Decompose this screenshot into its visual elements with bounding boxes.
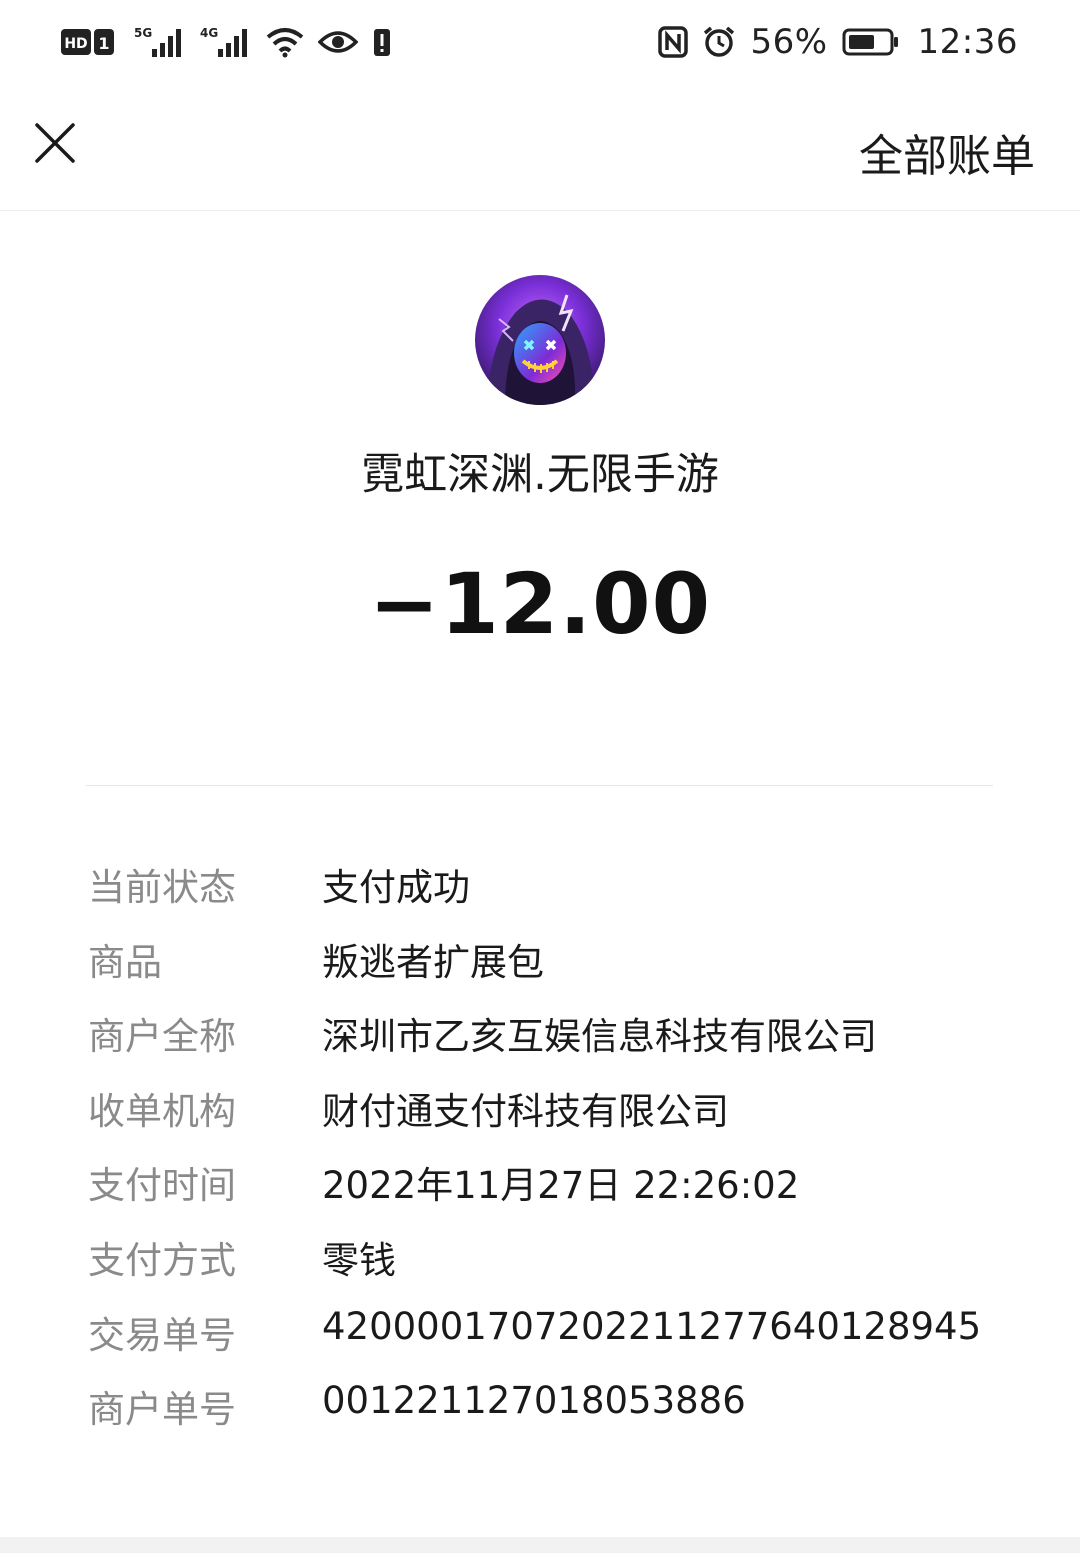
- battery-percent: 56%: [750, 22, 828, 62]
- detail-label: 当前状态: [88, 866, 236, 909]
- hd-icon: HD 1: [60, 27, 120, 57]
- detail-row-acquirer: 收单机构 财付通支付科技有限公司: [0, 1067, 1080, 1142]
- bill-detail-page: HD 1 5G 4G 56% 12:36 全部账单 霓虹深渊.无限手游 −12.…: [0, 0, 1080, 1553]
- detail-row-transaction-id: 交易单号 4200001707202211277640128945: [0, 1291, 1080, 1366]
- detail-label: 支付方式: [88, 1238, 236, 1282]
- payment-amount: −12.00: [368, 555, 712, 653]
- detail-label: 支付时间: [88, 1164, 236, 1208]
- nfc-icon: [658, 26, 689, 58]
- merchant-name: 霓虹深渊.无限手游: [361, 450, 719, 500]
- detail-label: 商户单号: [88, 1388, 236, 1432]
- eye-icon: [318, 28, 358, 56]
- alarm-icon: [702, 25, 736, 59]
- detail-row-status: 当前状态 支付成功: [0, 843, 1080, 918]
- close-icon: [34, 122, 76, 168]
- detail-label: 商户全称: [88, 1015, 236, 1059]
- detail-value: 深圳市乙亥互娱信息科技有限公司: [322, 1015, 877, 1059]
- transaction-details: 当前状态 支付成功 商品 叛逃者扩展包 商户全称 深圳市乙亥互娱信息科技有限公司…: [0, 843, 1080, 1440]
- detail-row-merchant-fullname: 商户全称 深圳市乙亥互娱信息科技有限公司: [0, 992, 1080, 1067]
- page-header: 全部账单: [0, 84, 1080, 211]
- detail-label: 收单机构: [88, 1089, 236, 1133]
- detail-row-product: 商品 叛逃者扩展包: [0, 918, 1080, 993]
- detail-value: 零钱: [322, 1238, 396, 1282]
- wifi-icon: [266, 26, 304, 58]
- detail-value: 财付通支付科技有限公司: [322, 1089, 729, 1133]
- detail-row-merchant-order-id: 商户单号 001221127018053886: [0, 1365, 1080, 1440]
- bottom-strip: [0, 1537, 1080, 1553]
- detail-value: 支付成功: [322, 866, 470, 909]
- svg-text:HD: HD: [64, 36, 87, 52]
- merchant-avatar: [475, 275, 605, 405]
- svg-text:5G: 5G: [134, 26, 152, 40]
- detail-value[interactable]: 4200001707202211277640128945: [322, 1305, 981, 1348]
- svg-text:1: 1: [98, 34, 109, 53]
- alert-icon: [372, 26, 392, 58]
- status-bar-left: HD 1 5G 4G: [60, 25, 392, 59]
- divider: [86, 785, 993, 786]
- signal-4g-icon: 4G: [200, 25, 252, 59]
- detail-label: 商品: [88, 940, 162, 984]
- detail-row-payment-time: 支付时间 2022年11月27日 22:26:02: [0, 1141, 1080, 1216]
- battery-icon: [842, 27, 900, 57]
- status-bar-right: 56% 12:36: [658, 22, 1018, 62]
- close-button[interactable]: [28, 118, 82, 172]
- detail-row-payment-method: 支付方式 零钱: [0, 1216, 1080, 1291]
- signal-5g-icon: 5G: [134, 25, 186, 59]
- detail-value: 2022年11月27日 22:26:02: [322, 1164, 800, 1208]
- detail-label: 交易单号: [88, 1313, 236, 1357]
- status-bar: HD 1 5G 4G 56% 12:36: [0, 0, 1080, 84]
- detail-value: 叛逃者扩展包: [322, 940, 544, 984]
- clock-time: 12:36: [917, 22, 1018, 62]
- svg-text:4G: 4G: [200, 26, 218, 40]
- all-bills-link[interactable]: 全部账单: [859, 120, 1035, 184]
- detail-value[interactable]: 001221127018053886: [322, 1379, 746, 1422]
